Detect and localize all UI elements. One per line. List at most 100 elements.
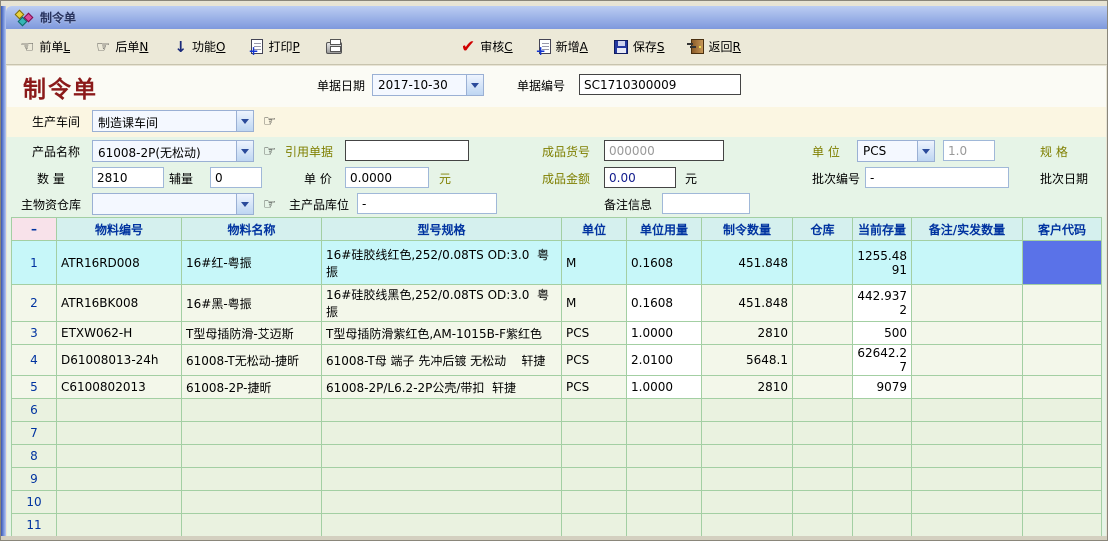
empty-cell[interactable]: [322, 514, 562, 537]
print-button[interactable]: 打印P: [251, 38, 299, 55]
qty-input[interactable]: [92, 167, 164, 188]
next-record-button[interactable]: ☞ 后单N: [96, 38, 148, 55]
empty-cell[interactable]: [912, 445, 1023, 468]
empty-cell[interactable]: [57, 468, 182, 491]
cell-model-spec[interactable]: T型母插防滑紫红色,AM-1015B-F紫红色: [322, 322, 562, 345]
cell-warehouse[interactable]: [793, 322, 853, 345]
empty-cell[interactable]: [912, 491, 1023, 514]
empty-cell[interactable]: [562, 514, 627, 537]
row-selector[interactable]: 8: [12, 445, 57, 468]
empty-cell[interactable]: [322, 445, 562, 468]
empty-cell[interactable]: [853, 399, 912, 422]
cell-model-spec[interactable]: 61008-T母 端子 先冲后镀 无松动 轩捷: [322, 345, 562, 376]
row-selector[interactable]: 3: [12, 322, 57, 345]
cell-order-qty[interactable]: 451.848: [702, 285, 793, 322]
cell-unit[interactable]: PCS: [562, 345, 627, 376]
empty-cell[interactable]: [57, 491, 182, 514]
cell-current-stock[interactable]: 500: [853, 322, 912, 345]
empty-cell[interactable]: [793, 514, 853, 537]
empty-cell[interactable]: [322, 491, 562, 514]
empty-cell[interactable]: [702, 514, 793, 537]
chevron-down-icon[interactable]: [236, 111, 253, 131]
row-selector[interactable]: 6: [12, 399, 57, 422]
row-selector[interactable]: 2: [12, 285, 57, 322]
chevron-down-icon[interactable]: [917, 141, 934, 161]
cell-remark-actual[interactable]: [912, 322, 1023, 345]
cell-current-stock[interactable]: 1255.4891: [853, 241, 912, 285]
cell-remark-actual[interactable]: [912, 285, 1023, 322]
cell-customer-code[interactable]: [1023, 285, 1102, 322]
cell-material-code[interactable]: ATR16RD008: [57, 241, 182, 285]
cell-warehouse[interactable]: [793, 285, 853, 322]
cell-warehouse[interactable]: [793, 241, 853, 285]
cell-order-qty[interactable]: 2810: [702, 322, 793, 345]
empty-cell[interactable]: [1023, 445, 1102, 468]
empty-cell[interactable]: [182, 468, 322, 491]
chevron-down-icon[interactable]: [466, 75, 483, 95]
cell-unit-usage[interactable]: 1.0000: [627, 376, 702, 399]
cell-material-name[interactable]: 16#黑-粤振: [182, 285, 322, 322]
empty-cell[interactable]: [912, 468, 1023, 491]
empty-cell[interactable]: [182, 491, 322, 514]
material-warehouse-combobox[interactable]: [92, 193, 254, 215]
empty-cell[interactable]: [57, 399, 182, 422]
empty-cell[interactable]: [853, 514, 912, 537]
cell-customer-code[interactable]: [1023, 376, 1102, 399]
cell-current-stock[interactable]: 442.9372: [853, 285, 912, 322]
empty-cell[interactable]: [562, 399, 627, 422]
empty-cell[interactable]: [182, 399, 322, 422]
cell-unit[interactable]: M: [562, 241, 627, 285]
cell-unit-usage[interactable]: 1.0000: [627, 322, 702, 345]
empty-cell[interactable]: [1023, 514, 1102, 537]
product-combobox[interactable]: 61008-2P(无松动): [92, 140, 254, 162]
printer-button[interactable]: [326, 39, 342, 54]
cell-material-code[interactable]: ATR16BK008: [57, 285, 182, 322]
cell-unit[interactable]: PCS: [562, 376, 627, 399]
empty-cell[interactable]: [182, 514, 322, 537]
cell-remark-actual[interactable]: [912, 345, 1023, 376]
audit-button[interactable]: ✔ 审核C: [461, 38, 513, 55]
empty-cell[interactable]: [57, 514, 182, 537]
cell-remark-actual[interactable]: [912, 376, 1023, 399]
empty-cell[interactable]: [793, 422, 853, 445]
workshop-combobox[interactable]: 制造课车间: [92, 110, 254, 132]
aux-qty-input[interactable]: [210, 167, 262, 188]
empty-cell[interactable]: [702, 491, 793, 514]
cell-model-spec[interactable]: 61008-2P/L6.2-2P公壳/带扣 轩捷: [322, 376, 562, 399]
cell-unit-usage[interactable]: 0.1608: [627, 285, 702, 322]
empty-cell[interactable]: [627, 399, 702, 422]
empty-cell[interactable]: [182, 422, 322, 445]
product-lookup-icon[interactable]: ☞: [263, 141, 276, 161]
cell-material-name[interactable]: 61008-2P-捷昕: [182, 376, 322, 399]
empty-cell[interactable]: [1023, 399, 1102, 422]
cell-warehouse[interactable]: [793, 376, 853, 399]
row-selector[interactable]: 4: [12, 345, 57, 376]
cell-customer-code-selected[interactable]: [1023, 241, 1102, 285]
empty-cell[interactable]: [57, 422, 182, 445]
empty-cell[interactable]: [702, 422, 793, 445]
empty-cell[interactable]: [322, 399, 562, 422]
unit-combobox[interactable]: PCS: [857, 140, 935, 162]
workshop-lookup-icon[interactable]: ☞: [263, 111, 276, 131]
save-button[interactable]: 保存S: [614, 38, 665, 55]
doc-date-combobox[interactable]: 2017-10-30: [372, 74, 484, 96]
empty-cell[interactable]: [562, 445, 627, 468]
empty-cell[interactable]: [627, 491, 702, 514]
empty-cell[interactable]: [1023, 491, 1102, 514]
cell-material-code[interactable]: D61008013-24h: [57, 345, 182, 376]
empty-cell[interactable]: [702, 399, 793, 422]
remark-input[interactable]: [662, 193, 750, 214]
chevron-down-icon[interactable]: [236, 194, 253, 214]
empty-cell[interactable]: [322, 422, 562, 445]
empty-cell[interactable]: [562, 491, 627, 514]
cell-unit[interactable]: PCS: [562, 322, 627, 345]
empty-cell[interactable]: [702, 468, 793, 491]
cell-remark-actual[interactable]: [912, 241, 1023, 285]
cell-model-spec[interactable]: 16#硅胶线黑色,252/0.08TS OD:3.0 粤振: [322, 285, 562, 322]
empty-cell[interactable]: [793, 399, 853, 422]
amount-input[interactable]: [604, 167, 676, 188]
empty-cell[interactable]: [912, 422, 1023, 445]
cell-material-name[interactable]: T型母插防滑-艾迈斯: [182, 322, 322, 345]
empty-cell[interactable]: [627, 514, 702, 537]
empty-cell[interactable]: [853, 422, 912, 445]
